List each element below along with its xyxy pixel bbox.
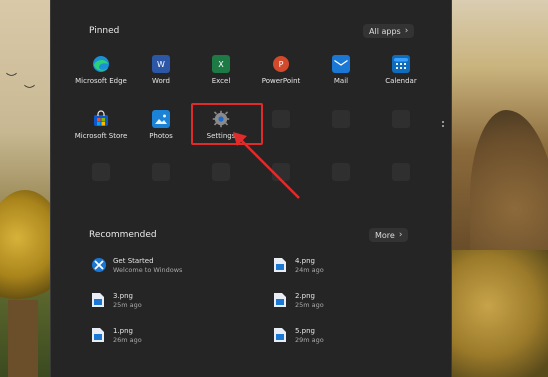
chevron-right-icon: › (398, 230, 403, 240)
pinned-title: Pinned (89, 26, 120, 36)
recommended-item-1-png[interactable]: 1.png 26m ago (91, 327, 142, 345)
recommended-item-subtitle: 25m ago (113, 301, 142, 309)
image-file-icon (273, 292, 287, 308)
wallpaper-left: ︶ ︶ (0, 0, 50, 377)
edge-icon (92, 55, 110, 73)
store-icon (92, 110, 110, 128)
recommended-item-5-png[interactable]: 5.png 29m ago (273, 327, 324, 345)
powerpoint-icon: P (272, 55, 290, 73)
recommended-title: Recommended (89, 230, 157, 240)
pinned-app-label: Mail (333, 77, 349, 85)
pager-dot (441, 125, 444, 127)
pinned-app-label: Calendar (385, 77, 417, 85)
recommended-item-title: 2.png (295, 292, 316, 300)
get-started-icon (91, 257, 106, 273)
recommended-item-subtitle: 24m ago (295, 266, 324, 274)
empty-pinned-slot (152, 163, 170, 181)
empty-pinned-slot (272, 110, 290, 128)
pinned-app-label: Excel (211, 77, 231, 85)
recommended-item-subtitle: 29m ago (295, 336, 324, 344)
pinned-app-label: PowerPoint (261, 77, 301, 85)
pinned-app-calendar[interactable]: Calendar (371, 55, 431, 85)
empty-pinned-slot (332, 110, 350, 128)
image-file-icon (91, 327, 105, 343)
wallpaper-right (450, 0, 548, 377)
pinned-pager-dots[interactable] (441, 121, 444, 131)
recommended-item-subtitle: 26m ago (113, 336, 142, 344)
more-label: More (375, 230, 395, 240)
calendar-icon (392, 55, 410, 73)
recommended-item-4-png[interactable]: 4.png 24m ago (273, 257, 324, 275)
recommended-item-2-png[interactable]: 2.png 25m ago (273, 292, 324, 310)
pinned-app-photos[interactable]: Photos (131, 110, 191, 140)
image-file-icon (273, 257, 287, 273)
recommended-item-title: 1.png (113, 327, 134, 335)
recommended-item-3-png[interactable]: 3.png 25m ago (91, 292, 142, 310)
recommended-item-title: 4.png (295, 257, 316, 265)
recommended-item-title: 5.png (295, 327, 316, 335)
recommended-item-title: Get Started (113, 257, 154, 265)
recommended-item-title: 3.png (113, 292, 134, 300)
empty-pinned-slot (92, 163, 110, 181)
mail-icon (332, 55, 350, 73)
excel-icon: X (212, 55, 230, 73)
pinned-app-microsoft-edge[interactable]: Microsoft Edge (71, 55, 131, 85)
word-icon: W (152, 55, 170, 73)
svg-text:X: X (218, 60, 224, 69)
more-button[interactable]: More › (369, 228, 409, 242)
empty-pinned-slot (392, 163, 410, 181)
start-menu: Pinned All apps › Microsoft Edge W Word … (50, 0, 452, 377)
pinned-app-mail[interactable]: Mail (311, 55, 371, 85)
image-file-icon (273, 327, 287, 343)
all-apps-button[interactable]: All apps › (363, 24, 415, 38)
recommended-item-get-started[interactable]: Get Started Welcome to Windows (91, 257, 182, 275)
pinned-app-label: Photos (149, 132, 173, 140)
pager-dot (441, 121, 444, 123)
svg-text:P: P (279, 60, 284, 69)
pinned-app-excel[interactable]: X Excel (191, 55, 251, 85)
bird-icon: ︶ (24, 84, 35, 97)
all-apps-label: All apps (369, 26, 401, 36)
pointer-arrow-icon (233, 132, 300, 199)
recommended-item-subtitle: Welcome to Windows (113, 266, 183, 274)
pinned-app-powerpoint[interactable]: P PowerPoint (251, 55, 311, 85)
pinned-app-label: Word (152, 77, 170, 85)
bird-icon: ︶ (6, 72, 17, 85)
recommended-item-subtitle: 25m ago (295, 301, 324, 309)
chevron-right-icon: › (404, 26, 409, 36)
pinned-app-label: Microsoft Edge (75, 77, 127, 85)
image-file-icon (91, 292, 105, 308)
svg-text:W: W (157, 60, 165, 69)
pinned-app-word[interactable]: W Word (131, 55, 191, 85)
empty-pinned-slot (392, 110, 410, 128)
photos-icon (152, 110, 170, 128)
empty-pinned-slot (332, 163, 350, 181)
pinned-app-microsoft-store[interactable]: Microsoft Store (71, 110, 131, 140)
pinned-app-label: Microsoft Store (74, 132, 128, 140)
